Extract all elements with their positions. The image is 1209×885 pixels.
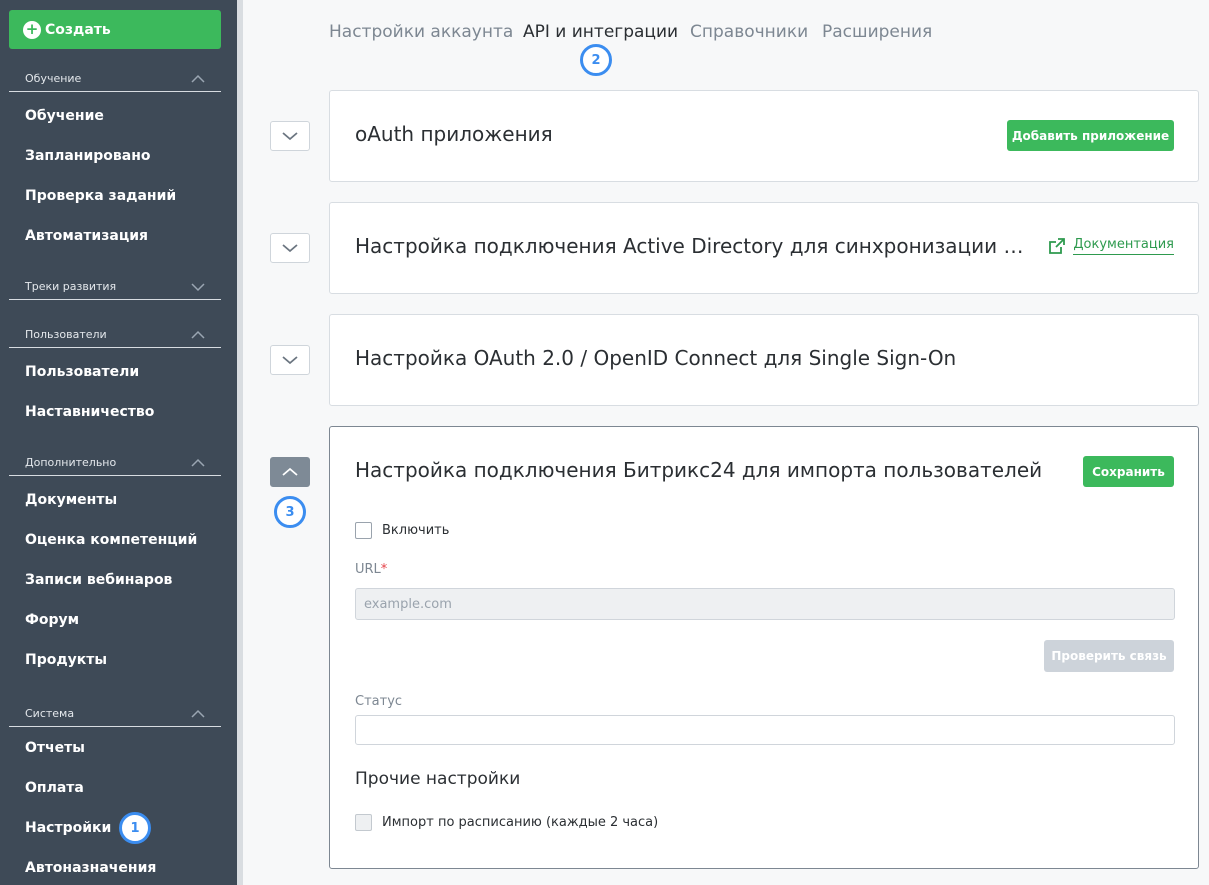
sidebar-scrollbar[interactable] <box>237 0 243 885</box>
collapse-toggle-bitrix[interactable] <box>270 457 310 487</box>
chevron-up-icon <box>282 467 298 476</box>
chevron-up-icon <box>191 330 205 339</box>
save-button[interactable]: Сохранить <box>1083 456 1174 487</box>
nav-item-payment[interactable]: Оплата <box>25 780 84 796</box>
url-label: URL* <box>355 562 387 577</box>
chevron-down-icon <box>282 244 298 253</box>
nav-item-reports[interactable]: Отчеты <box>25 740 85 756</box>
step-badge-1: 1 <box>119 812 151 844</box>
tab-api-integrations[interactable]: API и интеграции <box>523 22 678 42</box>
step-badge-2: 2 <box>580 44 612 76</box>
url-label-text: URL <box>355 562 381 577</box>
card-oauth-apps: oAuth приложения Добавить приложение <box>329 90 1199 182</box>
create-button-label: Создать <box>45 21 111 38</box>
card-sso: Настройка OAuth 2.0 / OpenID Connect для… <box>329 314 1199 406</box>
plus-icon: + <box>23 20 41 39</box>
chevron-up-icon <box>191 74 205 83</box>
schedule-import-checkbox[interactable] <box>355 814 372 831</box>
nav-item-users[interactable]: Пользователи <box>25 364 139 380</box>
tab-directories[interactable]: Справочники <box>690 22 808 42</box>
expand-toggle-sso[interactable] <box>270 345 310 375</box>
section-title: Дополнительно <box>25 456 117 469</box>
url-input[interactable]: example.com <box>355 588 1175 620</box>
documentation-link[interactable]: Документация <box>1049 237 1174 255</box>
required-marker: * <box>380 562 388 577</box>
tab-extensions[interactable]: Расширения <box>822 22 932 42</box>
nav-item-documents[interactable]: Документы <box>25 492 117 508</box>
sidebar: + Создать Обучение Обучение Запланирован… <box>0 0 237 885</box>
section-title: Треки развития <box>25 280 117 293</box>
chevron-down-icon <box>191 282 205 291</box>
nav-item-learning[interactable]: Обучение <box>25 108 104 124</box>
nav-item-forum[interactable]: Форум <box>25 612 79 628</box>
section-header-tracks[interactable]: Треки развития <box>9 274 221 300</box>
external-link-icon <box>1049 238 1066 254</box>
card-title: oAuth приложения <box>355 122 553 146</box>
nav-item-products[interactable]: Продукты <box>25 652 107 668</box>
card-active-directory: Настройка подключения Active Directory д… <box>329 202 1199 294</box>
documentation-link-label: Документация <box>1073 237 1174 255</box>
nav-item-task-review[interactable]: Проверка заданий <box>25 188 176 204</box>
section-header-learning[interactable]: Обучение <box>9 66 221 92</box>
nav-item-auto-assign[interactable]: Автоназначения <box>25 860 156 876</box>
chevron-down-icon <box>282 132 298 141</box>
url-placeholder: example.com <box>364 596 452 612</box>
chevron-up-icon <box>191 458 205 467</box>
status-field <box>355 715 1175 745</box>
create-button[interactable]: + Создать <box>9 10 221 49</box>
section-header-extra[interactable]: Дополнительно <box>9 450 221 476</box>
check-connection-button[interactable]: Проверить связь <box>1044 640 1174 672</box>
section-title: Система <box>25 707 75 720</box>
card-title: Настройка подключения Битрикс24 для импо… <box>355 458 1043 482</box>
nav-item-mentoring[interactable]: Наставничество <box>25 404 154 420</box>
section-title: Обучение <box>25 72 82 85</box>
card-title: Настройка OAuth 2.0 / OpenID Connect для… <box>355 346 957 370</box>
section-header-system[interactable]: Система <box>9 701 221 727</box>
chevron-up-icon <box>191 709 205 718</box>
card-title: Настройка подключения Active Directory д… <box>355 234 1024 258</box>
nav-item-planned[interactable]: Запланировано <box>25 148 151 164</box>
tab-account-settings[interactable]: Настройки аккаунта <box>329 22 513 42</box>
expand-toggle-oauth[interactable] <box>270 121 310 151</box>
section-header-users[interactable]: Пользователи <box>9 322 221 348</box>
other-settings-title: Прочие настройки <box>355 769 521 789</box>
step-badge-3: 3 <box>274 496 306 528</box>
enable-checkbox[interactable] <box>355 522 372 539</box>
expand-toggle-ad[interactable] <box>270 233 310 263</box>
card-bitrix24: Настройка подключения Битрикс24 для импо… <box>329 426 1199 869</box>
nav-item-settings[interactable]: Настройки <box>25 820 111 836</box>
enable-label: Включить <box>382 523 450 538</box>
status-label: Статус <box>355 694 403 709</box>
add-app-button[interactable]: Добавить приложение <box>1007 120 1174 151</box>
nav-item-automation[interactable]: Автоматизация <box>25 228 148 244</box>
section-title: Пользователи <box>25 328 107 341</box>
nav-item-competence[interactable]: Оценка компетенций <box>25 532 197 548</box>
nav-item-webinars[interactable]: Записи вебинаров <box>25 572 172 588</box>
chevron-down-icon <box>282 356 298 365</box>
schedule-import-label: Импорт по расписанию (каждые 2 часа) <box>382 815 659 830</box>
